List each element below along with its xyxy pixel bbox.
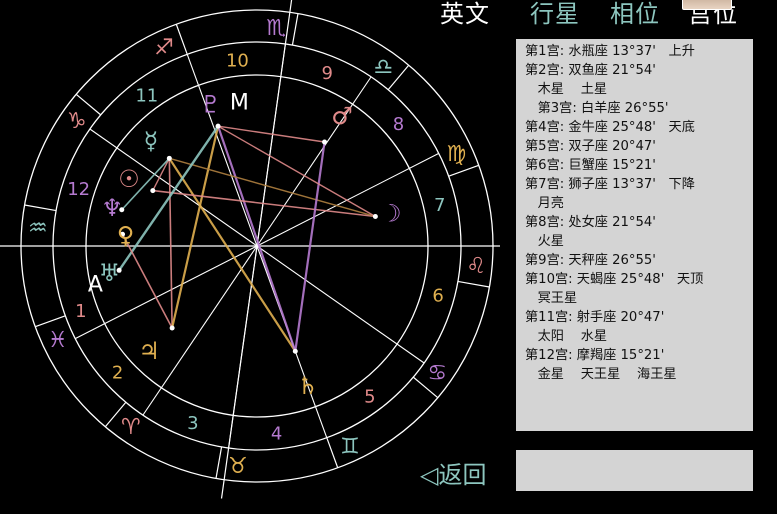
- bottom-caption: [60, 505, 280, 514]
- zodiac-sign-icon: ♐: [154, 36, 174, 61]
- house-row: 第7宫: 狮子座 13°37' 下降: [525, 177, 695, 192]
- house-row: 第10宫: 天蝎座 25°48' 天顶: [525, 272, 704, 287]
- house-number: 10: [226, 51, 249, 72]
- house-number: 1: [75, 301, 86, 322]
- house-row: 金星 天王星 海王星: [525, 367, 677, 382]
- house-cusp-line: [256, 245, 425, 364]
- house-number: 4: [271, 423, 282, 444]
- zodiac-sign-icon: ♒: [28, 216, 48, 241]
- saturn-icon: ♄: [297, 372, 319, 400]
- sign-divider: [175, 24, 188, 55]
- mercury-marker: [166, 155, 172, 161]
- jupiter-marker: [169, 325, 175, 331]
- detail-box: [516, 450, 753, 491]
- nav-planets[interactable]: 行星: [530, 0, 580, 29]
- house-row: 太阳 水星: [525, 329, 608, 344]
- mars-marker: [322, 139, 328, 145]
- natal-chart-wheel: ♑♐♏♎♍♌♋♊♉♈♓♒123 456789101112♄♃☽♂♀☉☿♇♆♅AM: [0, 0, 500, 499]
- ascendant-label: A: [88, 273, 103, 298]
- aspect-line: [171, 125, 220, 329]
- moon-marker: [372, 213, 378, 219]
- nav-english[interactable]: 英文: [440, 0, 490, 29]
- house-row: 第8宫: 处女座 21°54': [525, 215, 656, 230]
- zodiac-sign-icon: ♊: [340, 434, 360, 459]
- pluto-icon: ♇: [200, 90, 222, 118]
- house-row: 第2宫: 双鱼座 21°54': [525, 63, 656, 78]
- zodiac-sign-icon: ♑: [67, 109, 87, 134]
- house-number: 3: [187, 413, 198, 434]
- sign-divider: [215, 446, 223, 479]
- house-row: 月亮: [525, 196, 564, 211]
- house-row: 第5宫: 双子座 20°47': [525, 139, 656, 154]
- sign-divider: [457, 280, 490, 288]
- house-cusp-line: [142, 245, 258, 416]
- house-row: 第1宫: 水瓶座 13°37' 上升: [525, 44, 695, 59]
- house-number: 6: [432, 286, 443, 307]
- house-number: 7: [434, 195, 445, 216]
- venus-icon: ♀: [117, 221, 135, 249]
- sun-icon: ☉: [118, 165, 140, 193]
- zodiac-sign-icon: ♍: [447, 142, 467, 167]
- zodiac-sign-icon: ♏: [266, 16, 286, 41]
- house-number: 5: [364, 387, 375, 408]
- sign-divider: [326, 437, 339, 468]
- nav-aspects[interactable]: 相位: [610, 0, 660, 29]
- house-number: 11: [135, 85, 158, 106]
- zodiac-sign-icon: ♌: [466, 254, 486, 279]
- zodiac-sign-icon: ♎: [373, 55, 393, 80]
- house-row: 火星: [525, 234, 564, 249]
- house-number: 2: [112, 362, 123, 383]
- house-cusp-line: [256, 152, 440, 247]
- house-row: 木星 土星: [525, 82, 608, 97]
- zodiac-sign-icon: ♋: [427, 361, 447, 386]
- house-row: 第6宫: 巨蟹座 15°21': [525, 158, 656, 173]
- zodiac-sign-icon: ♉: [228, 454, 248, 479]
- moon-icon: ☽: [380, 200, 402, 228]
- aspect-line: [217, 125, 297, 352]
- house-info-panel: 第1宫: 水瓶座 13°37' 上升 第2宫: 双鱼座 21°54' 木星 土星 …: [516, 39, 753, 431]
- midheaven-label: M: [230, 90, 249, 115]
- back-button[interactable]: ◁返回: [420, 455, 486, 490]
- house-number: 12: [67, 179, 90, 200]
- zodiac-sign-icon: ♓: [48, 328, 68, 353]
- pluto-marker: [215, 123, 221, 129]
- house-number: 9: [322, 63, 333, 84]
- mercury-icon: ☿: [144, 127, 159, 155]
- aspect-line: [217, 125, 325, 143]
- sign-divider: [291, 13, 299, 46]
- house-row: 第4宫: 金牛座 25°48' 天底: [525, 120, 695, 135]
- house-cusp-line: [89, 128, 258, 247]
- zodiac-sign-icon: ♈: [121, 415, 141, 440]
- jupiter-icon: ♃: [138, 337, 160, 365]
- sign-divider: [24, 204, 57, 212]
- saturn-marker: [292, 348, 298, 354]
- aspect-line: [168, 158, 173, 328]
- house-number: 8: [393, 114, 404, 135]
- sun-marker: [150, 188, 156, 194]
- sign-divider: [35, 315, 66, 328]
- neptune-icon: ♆: [101, 194, 123, 222]
- house-row: 第9宫: 天秤座 26°55': [525, 253, 656, 268]
- mars-icon: ♂: [331, 102, 353, 130]
- house-row: 第12宫: 摩羯座 15°21': [525, 348, 665, 363]
- avatar: [682, 0, 732, 10]
- house-row: 第3宫: 白羊座 26°55': [525, 101, 669, 116]
- house-row: 第11宫: 射手座 20°47': [525, 310, 665, 325]
- house-row: 冥王星: [525, 291, 578, 306]
